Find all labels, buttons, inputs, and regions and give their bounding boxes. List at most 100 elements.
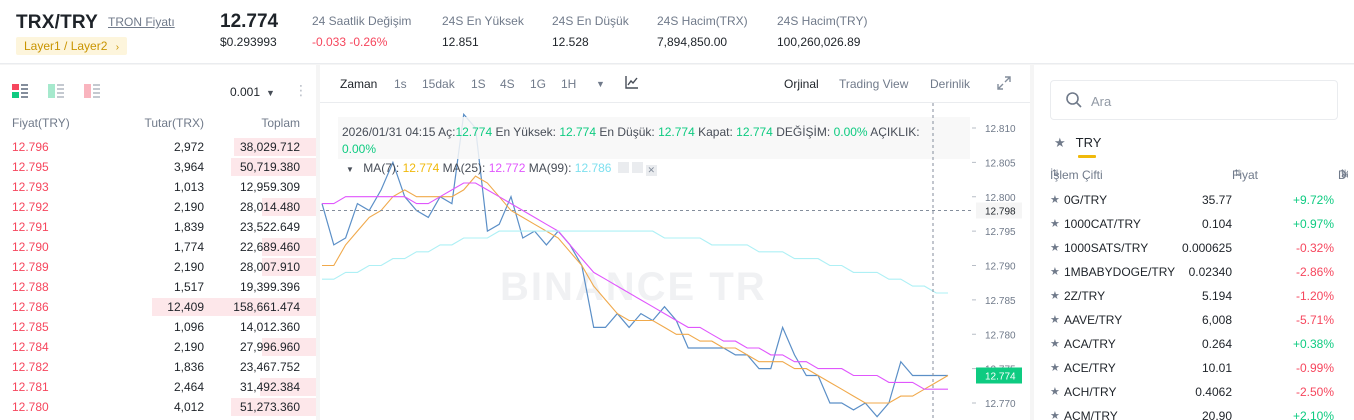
orderbook-both-view-icon[interactable] — [12, 84, 28, 98]
favorite-star-icon[interactable]: ★ — [1050, 356, 1060, 380]
stat-label: 24S En Yüksek — [442, 14, 524, 28]
indicator-icon[interactable] — [625, 75, 639, 92]
favorite-star-icon[interactable]: ★ — [1050, 284, 1060, 308]
ask-amount: 2,464 — [173, 380, 204, 394]
orderbook-sell-view-icon[interactable] — [84, 84, 100, 98]
orderbook-ask-row[interactable]: 12.782 1,836 23,467.752 — [0, 357, 316, 377]
stat-value: 12.851 — [442, 35, 479, 49]
tab-view-depth[interactable]: Derinlik — [930, 77, 970, 91]
y-tick-label: 12.795 — [985, 227, 1016, 238]
market-row[interactable]: ★ AAVE/TRY 6,008 -5.71% — [1034, 308, 1354, 332]
market-row[interactable]: ★ ACA/TRY 0.264 +0.38% — [1034, 332, 1354, 356]
favorite-star-icon[interactable]: ★ — [1050, 380, 1060, 404]
ohlc-close: 12.774 — [736, 125, 773, 139]
pair-title: TRX/TRY — [16, 12, 98, 33]
search-input[interactable] — [1091, 92, 1311, 110]
favorite-star-icon[interactable]: ★ — [1050, 212, 1060, 236]
favorite-star-icon[interactable]: ★ — [1050, 308, 1060, 332]
favorite-star-icon[interactable]: ★ — [1050, 188, 1060, 212]
orderbook-ask-row[interactable]: 12.789 2,190 28,007.910 — [0, 257, 316, 277]
ask-price: 12.790 — [12, 240, 49, 254]
ask-price: 12.786 — [12, 300, 49, 314]
search-box[interactable] — [1050, 80, 1338, 120]
ask-total: 27,996.960 — [239, 340, 300, 354]
coin-info-link[interactable]: TRON Fiyatı — [108, 15, 175, 29]
ask-total: 50,719.380 — [239, 160, 300, 174]
chart-panel: Zaman 1s 15dak 1S 4S 1G 1H ▼ Orjinal Tra… — [320, 65, 1030, 420]
ask-price: 12.784 — [12, 340, 49, 354]
favorite-star-icon[interactable]: ★ — [1050, 332, 1060, 356]
category-badge[interactable]: Layer1 / Layer2 › — [16, 37, 128, 55]
orderbook-ask-row[interactable]: 12.792 2,190 28,014.480 — [0, 197, 316, 217]
orderbook-ask-row[interactable]: 12.796 2,972 38,029.712 — [0, 137, 316, 157]
orderbook-ask-row[interactable]: 12.780 4,012 51,273.360 — [0, 397, 316, 417]
ask-total: 158,661.474 — [233, 300, 300, 314]
market-rows: ★ 0G/TRY 35.77 +9.72% ★ 1000CAT/TRY 0.104 +0.97… — [1034, 188, 1354, 420]
orderbook-ask-row[interactable]: 12.785 1,096 14,012.360 — [0, 317, 316, 337]
market-symbol: 1000CAT/TRY — [1064, 217, 1141, 231]
market-price: 5.194 — [1201, 289, 1232, 303]
ask-price: 12.793 — [12, 180, 49, 194]
favorites-star-icon[interactable]: ★ — [1054, 135, 1066, 150]
market-row[interactable]: ★ 1MBABYDOGE/TRY 0.02340 -2.86% — [1034, 260, 1354, 284]
settings-icon[interactable] — [631, 162, 643, 173]
market-row[interactable]: ★ 1000SATS/TRY 0.000625 -0.32% — [1034, 236, 1354, 260]
market-price: 0.104 — [1201, 217, 1232, 231]
last-price-tag-label: 12.774 — [985, 372, 1016, 383]
orderbook-ask-row[interactable]: 12.781 2,464 31,492.384 — [0, 377, 316, 397]
market-change: +0.97% — [1292, 217, 1334, 231]
tab-try[interactable]: ★ TRY — [1054, 135, 1101, 151]
eye-icon[interactable] — [617, 162, 629, 173]
y-tick-label: 12.790 — [985, 262, 1016, 273]
market-row[interactable]: ★ 0G/TRY 35.77 +9.72% — [1034, 188, 1354, 212]
market-price: 6,008 — [1201, 313, 1232, 327]
y-tick-label: 12.800 — [985, 193, 1016, 204]
ask-price: 12.791 — [12, 220, 49, 234]
ma7-label: MA(7): — [363, 161, 400, 175]
orderbook-ask-row[interactable]: 12.784 2,190 27,996.960 — [0, 337, 316, 357]
tab-interval-1s[interactable]: 1s — [394, 77, 407, 91]
tab-time[interactable]: Zaman — [340, 77, 377, 91]
market-row[interactable]: ★ ACE/TRY 10.01 -0.99% — [1034, 356, 1354, 380]
ma99-value: 12.786 — [574, 161, 612, 175]
orderbook-ask-row[interactable]: 12.795 3,964 50,719.380 — [0, 157, 316, 177]
orderbook-ask-row[interactable]: 12.786 12,409 158,661.474 — [0, 297, 316, 317]
orderbook-ask-row[interactable]: 12.793 1,013 12,959.309 — [0, 177, 316, 197]
favorite-star-icon[interactable]: ★ — [1050, 404, 1060, 420]
fullscreen-icon[interactable] — [996, 75, 1012, 94]
tab-view-original[interactable]: Orjinal — [784, 77, 819, 91]
more-options-icon[interactable]: ⋮ — [294, 82, 308, 98]
market-row[interactable]: ★ ACH/TRY 0.4062 -2.50% — [1034, 380, 1354, 404]
ask-price: 12.781 — [12, 380, 49, 394]
tab-interval-15dak[interactable]: 15dak — [422, 77, 455, 91]
interval-dropdown-icon[interactable]: ▼ — [596, 79, 605, 89]
ask-total: 23,522.649 — [239, 220, 300, 234]
orderbook-ask-row[interactable]: 12.791 1,839 23,522.649 — [0, 217, 316, 237]
tab-interval-4S[interactable]: 4S — [500, 77, 515, 91]
ask-amount: 1,836 — [173, 360, 204, 374]
orderbook-ask-row[interactable]: 12.788 1,517 19,399.396 — [0, 277, 316, 297]
market-row[interactable]: ★ 1000CAT/TRY 0.104 +0.97% — [1034, 212, 1354, 236]
orderbook-ask-row[interactable]: 12.790 1,774 22,689.460 — [0, 237, 316, 257]
scrollbar[interactable] — [1348, 65, 1354, 420]
close-icon[interactable]: ✕ — [645, 165, 657, 176]
favorite-star-icon[interactable]: ★ — [1050, 260, 1060, 284]
ma25-line — [322, 182, 948, 390]
orderbook-buy-view-icon[interactable] — [48, 84, 64, 98]
market-row[interactable]: ★ ACM/TRY 20.90 +2.10% — [1034, 404, 1354, 420]
market-row[interactable]: ★ 2Z/TRY 5.194 -1.20% — [1034, 284, 1354, 308]
precision-select[interactable]: 0.001 ▼ — [230, 85, 275, 99]
market-symbol: 1000SATS/TRY — [1064, 241, 1149, 255]
ask-rows: 12.796 2,972 38,029.712 12.795 3,964 50,719.3… — [0, 137, 316, 417]
crosshair-price-label: 12.798 — [985, 207, 1016, 218]
market-change: -2.86% — [1295, 265, 1334, 279]
tab-active-indicator — [1078, 155, 1096, 158]
ma-collapse-icon[interactable]: ▼ — [346, 165, 354, 174]
tab-interval-1S[interactable]: 1S — [471, 77, 486, 91]
tab-interval-1G[interactable]: 1G — [530, 77, 546, 91]
favorite-star-icon[interactable]: ★ — [1050, 236, 1060, 260]
ma-legend: ▼ MA(7): 12.774 MA(25): 12.772 MA(99): 1… — [346, 161, 657, 176]
tab-interval-1H[interactable]: 1H — [561, 77, 576, 91]
stat-label: 24S Hacim(TRX) — [657, 14, 748, 28]
tab-view-tradingview[interactable]: Trading View — [839, 77, 908, 91]
